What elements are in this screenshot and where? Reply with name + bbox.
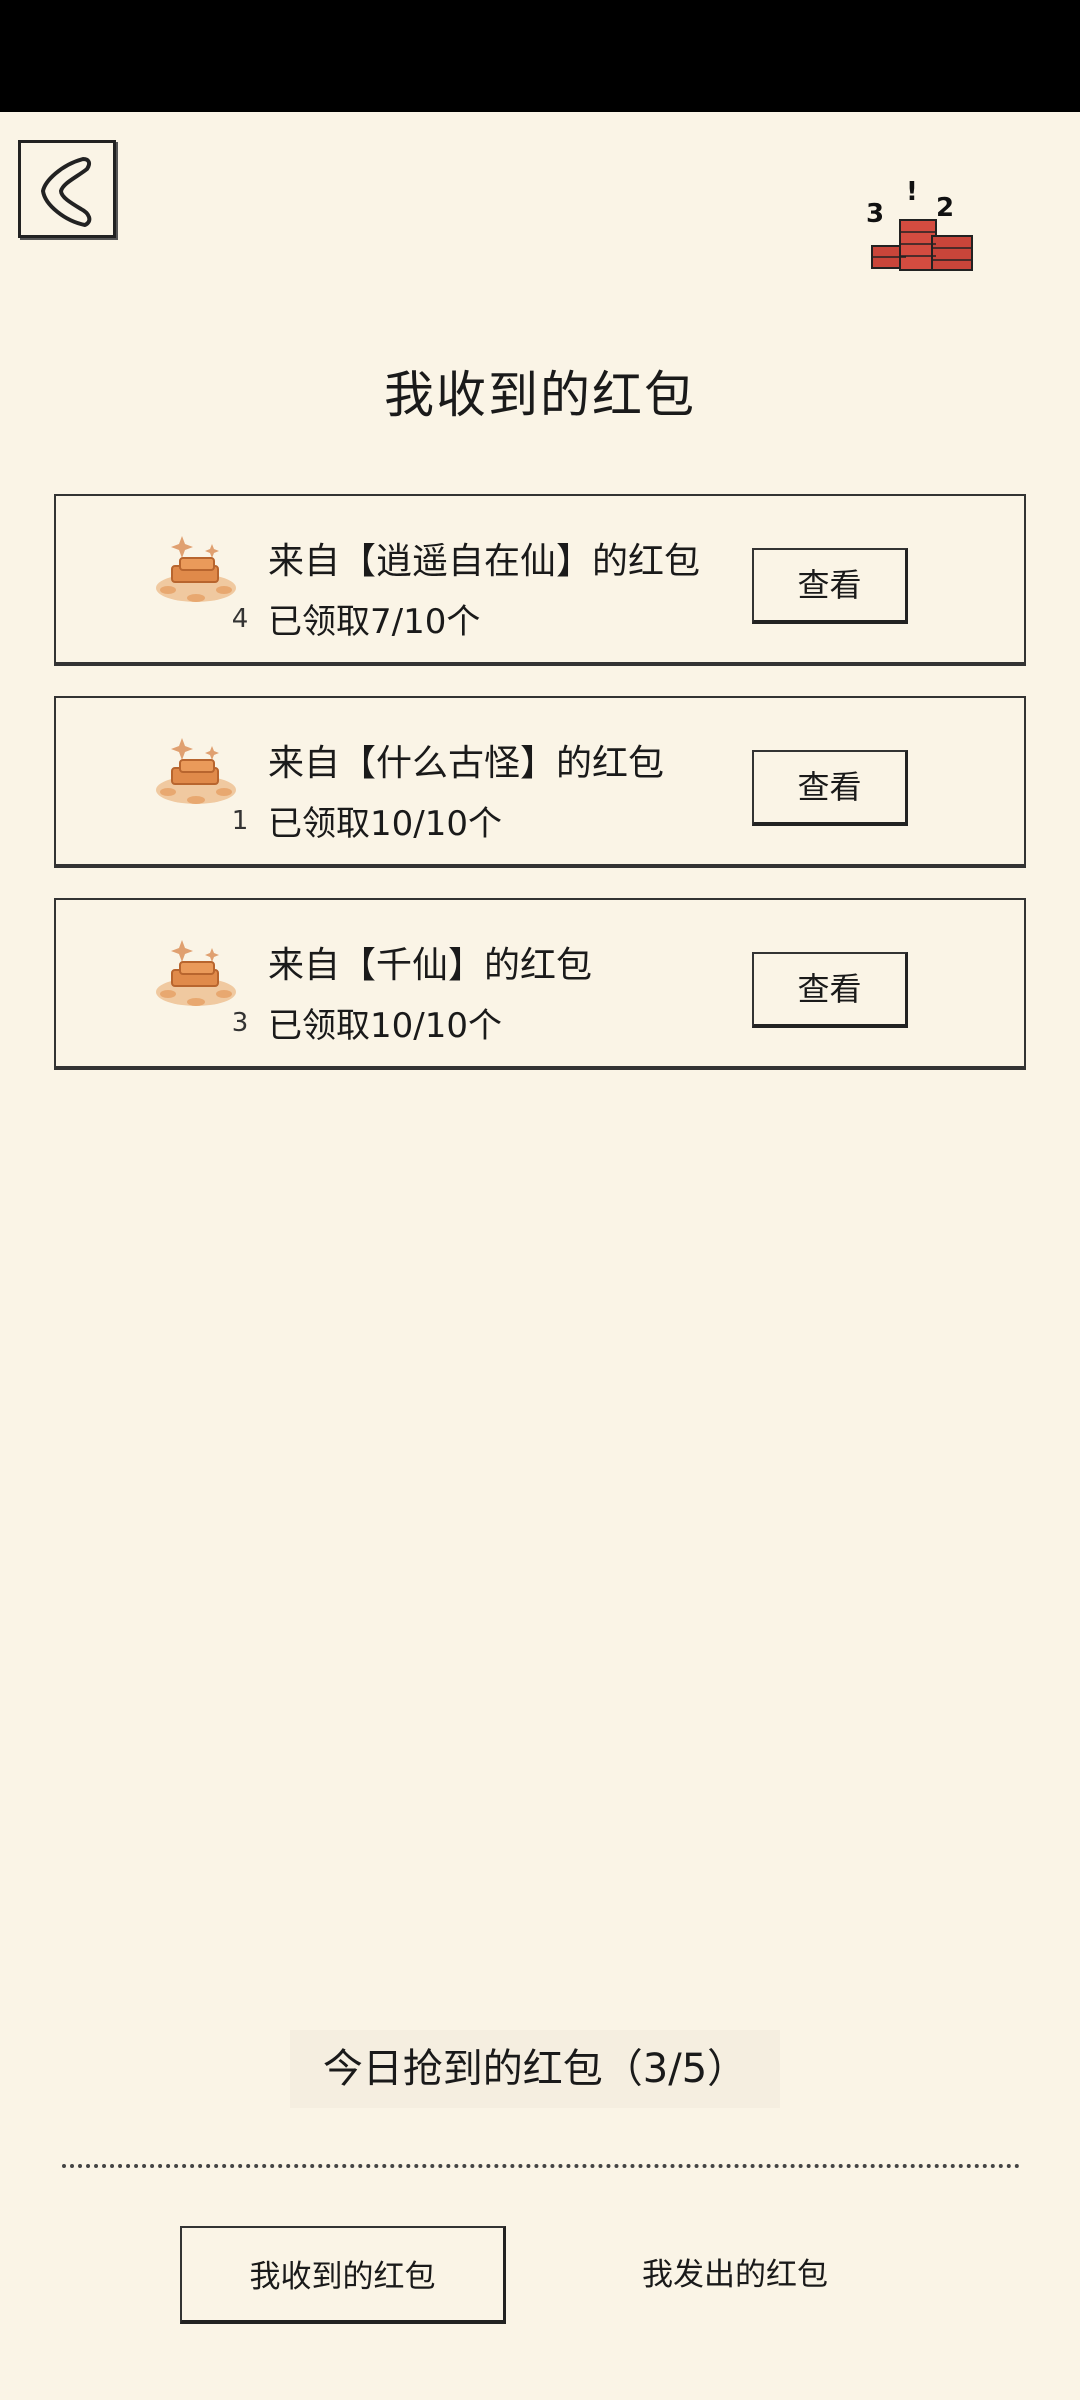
packet-claimed-count: 已领取7/10个: [268, 602, 481, 642]
packet-claimed-count: 已领取10/10个: [268, 804, 502, 844]
svg-text:2: 2: [936, 193, 954, 223]
packet-sender: 来自【什么古怪】的红包: [268, 743, 665, 784]
tab-sent[interactable]: 我发出的红包: [572, 2226, 898, 2324]
packet-card: 1 来自【什么古怪】的红包 已领取10/10个 查看: [54, 696, 1026, 868]
coin-pile-icon: [156, 940, 236, 1006]
back-button[interactable]: [18, 140, 116, 238]
tab-received[interactable]: 我收到的红包: [180, 2226, 506, 2324]
view-button[interactable]: 查看: [752, 548, 908, 624]
coin-pile-icon: [156, 536, 236, 602]
status-bar: [0, 0, 1080, 112]
svg-text:!: !: [906, 180, 918, 207]
page-title: 我收到的红包: [384, 366, 696, 424]
divider: [62, 2164, 1020, 2168]
packet-sender: 来自【逍遥自在仙】的红包: [268, 541, 701, 582]
packet-card: 3 来自【千仙】的红包 已领取10/10个 查看: [54, 898, 1026, 1070]
rank-number: 4: [231, 604, 249, 634]
coin-pile-icon: [156, 738, 236, 804]
packet-card: 4 来自【逍遥自在仙】的红包 已领取7/10个 查看: [54, 494, 1026, 666]
packet-sender: 来自【千仙】的红包: [268, 945, 593, 986]
view-button[interactable]: 查看: [752, 952, 908, 1028]
svg-text:3: 3: [866, 199, 884, 229]
rank-number: 1: [231, 806, 249, 836]
rank-number: 3: [231, 1008, 249, 1038]
packet-claimed-count: 已领取10/10个: [268, 1006, 502, 1046]
view-button[interactable]: 查看: [752, 750, 908, 826]
back-chevron-icon: [41, 157, 92, 227]
daily-grab-count: 今日抢到的红包（3/5）: [290, 2030, 780, 2108]
money-stack-icon: 3 ! 2: [866, 180, 973, 271]
